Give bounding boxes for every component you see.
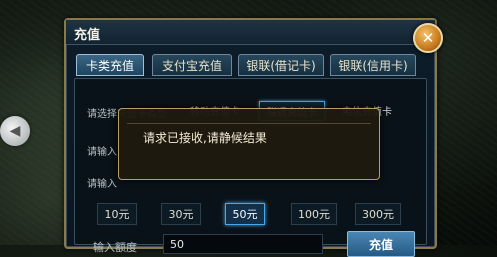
dialog-title: 充值	[74, 28, 101, 43]
toast-message: 请求已接收,请静候结果	[143, 131, 267, 145]
close-icon: ✕	[421, 29, 435, 47]
side-nav-button[interactable]: ◀	[0, 116, 30, 146]
tab-label: 支付宝充值	[161, 58, 222, 73]
tab-label: 银联(信用卡)	[338, 58, 408, 73]
tab-label: 银联(借记卡)	[246, 58, 316, 73]
amount-label: 100元	[298, 208, 330, 221]
dialog-title-bar: 充值	[66, 20, 435, 45]
tab-card-recharge[interactable]: 卡类充值	[76, 54, 144, 76]
tab-alipay-recharge[interactable]: 支付宝充值	[152, 54, 232, 76]
card-number-label: 请输入	[87, 147, 117, 158]
tab-unionpay-debit[interactable]: 银联(借记卡)	[238, 54, 324, 76]
tab-unionpay-credit[interactable]: 银联(信用卡)	[330, 54, 416, 76]
amount-option-300[interactable]: 300元	[355, 203, 401, 225]
tab-label: 卡类充值	[85, 58, 134, 73]
amount-option-10[interactable]: 10元	[97, 203, 137, 225]
amount-option-50[interactable]: 50元	[225, 203, 265, 225]
arrow-left-icon: ◀	[9, 123, 21, 139]
recharge-submit-button[interactable]: 充值	[347, 231, 415, 257]
amount-input-label: 输入额度	[93, 241, 137, 254]
amount-input[interactable]: 50	[163, 234, 323, 254]
amount-option-100[interactable]: 100元	[291, 203, 337, 225]
toast-divider	[127, 123, 371, 124]
amount-label: 10元	[104, 208, 130, 221]
amount-input-value: 50	[170, 237, 184, 251]
amount-label: 30元	[168, 208, 194, 221]
amount-label: 50元	[232, 208, 258, 221]
amount-option-30[interactable]: 30元	[161, 203, 201, 225]
status-toast: 请求已接收,请静候结果	[118, 108, 380, 180]
amount-label: 300元	[362, 208, 394, 221]
card-password-label: 请输入	[87, 179, 117, 190]
submit-label: 充值	[368, 237, 393, 252]
close-button[interactable]: ✕	[413, 23, 443, 53]
